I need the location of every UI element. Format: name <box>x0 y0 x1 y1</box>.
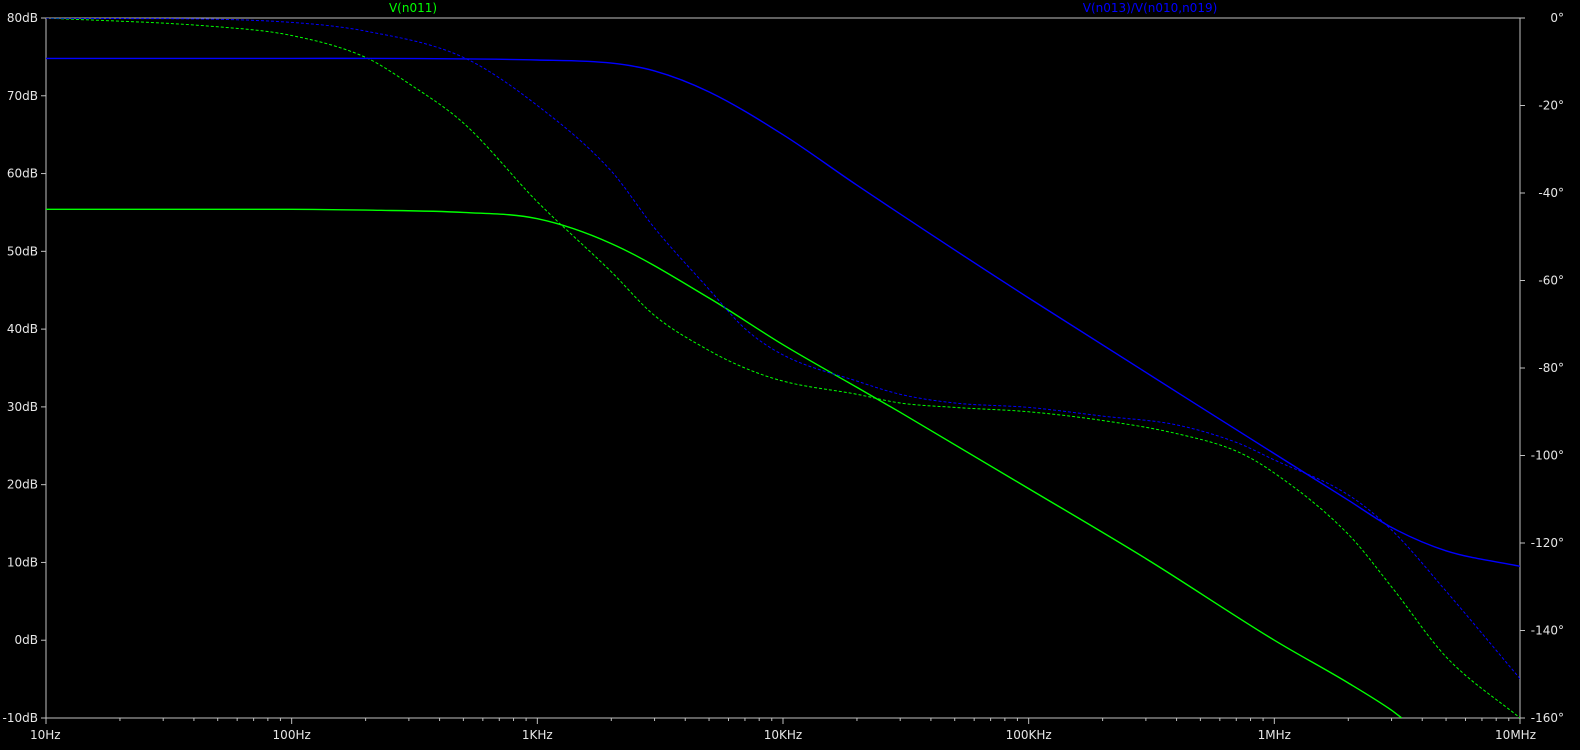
magnitude-trace[interactable] <box>46 208 1403 718</box>
left-tick-label: 50dB <box>7 244 38 258</box>
right-tick-label: 0° <box>1550 11 1564 25</box>
x-tick-label: 10KHz <box>764 728 802 742</box>
left-axis-ticks: 80dB 70dB 60dB 50dB 40dB 30dB 20dB 10dB 0dB -10dB <box>3 11 46 725</box>
left-tick-label: 80dB <box>7 11 38 25</box>
right-tick-label: -140° <box>1531 624 1564 638</box>
left-tick-label: 60dB <box>7 167 38 181</box>
bode-plot: 80dB 70dB 60dB 50dB 40dB 30dB 20dB 10dB 0dB -10dB… <box>3 1 1564 742</box>
plot-frame <box>45 17 1521 719</box>
x-tick-label: 100KHz <box>1006 728 1052 742</box>
left-tick-label: 0dB <box>15 633 38 647</box>
x-tick-label: 10MHz <box>1495 728 1536 742</box>
x-tick-label: 10Hz <box>30 728 61 742</box>
right-tick-label: -40° <box>1538 186 1564 200</box>
right-tick-label: -160° <box>1531 711 1564 725</box>
x-axis-ticks: 10Hz 100Hz 1KHz 10KHz 100KHz 1MHz 10MHz <box>30 718 1536 742</box>
left-tick-label: 70dB <box>7 89 38 103</box>
right-tick-label: -80° <box>1538 361 1564 375</box>
right-tick-label: -120° <box>1531 536 1564 550</box>
left-tick-label: -10dB <box>3 711 38 725</box>
trace-label-v-n013-ratio[interactable]: V(n013)/V(n010,n019) <box>1083 1 1218 15</box>
right-axis-ticks: 0° -20° -40° -60° -80° -100° -120° -140° -160° <box>1520 11 1564 725</box>
phase-trace[interactable] <box>46 18 1520 679</box>
right-tick-label: -100° <box>1531 449 1564 463</box>
left-tick-label: 40dB <box>7 322 38 336</box>
x-tick-label: 1KHz <box>522 728 553 742</box>
x-tick-label: 1MHz <box>1258 728 1291 742</box>
left-tick-label: 20dB <box>7 478 38 492</box>
left-tick-label: 30dB <box>7 400 38 414</box>
right-tick-label: -60° <box>1538 274 1564 288</box>
left-tick-label: 10dB <box>7 555 38 569</box>
trace-labels: V(n011) V(n013)/V(n010,n019) <box>389 1 1217 15</box>
right-tick-label: -20° <box>1538 99 1564 113</box>
traces <box>46 18 1520 718</box>
phase-trace[interactable] <box>46 18 1520 718</box>
trace-label-v-n011[interactable]: V(n011) <box>389 1 437 15</box>
x-tick-label: 100Hz <box>273 728 311 742</box>
magnitude-trace[interactable] <box>46 57 1520 567</box>
